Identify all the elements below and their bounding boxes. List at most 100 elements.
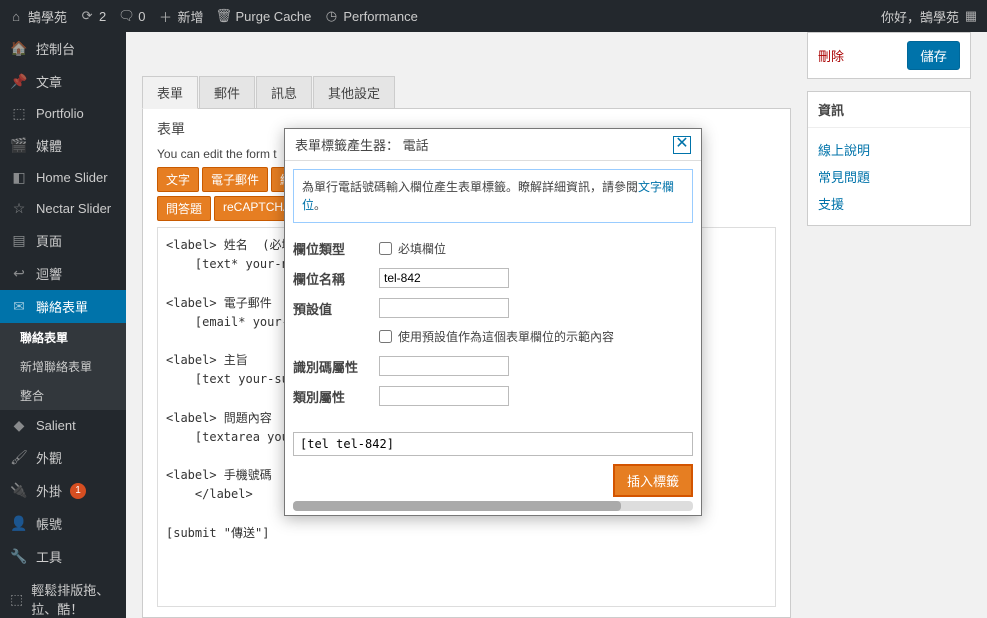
tab[interactable]: 其他設定 xyxy=(313,76,395,109)
sidebar-label: 工具 xyxy=(36,547,62,566)
menu-icon: 🏠 xyxy=(10,40,28,57)
avatar-icon: ▦ xyxy=(963,8,979,24)
status-box: 刪除 儲存 xyxy=(807,32,971,79)
site-link[interactable]: ⌂鵠學苑 xyxy=(8,7,67,26)
sidebar-item[interactable]: 🔧 工具 xyxy=(0,540,126,573)
sidebar-item[interactable]: 👤 帳號 xyxy=(0,507,126,540)
sidebar-label: 外掛 xyxy=(36,481,62,500)
performance-link[interactable]: ◷Performance xyxy=(323,8,417,24)
placeholder-checkbox[interactable] xyxy=(379,330,392,343)
tag-button[interactable]: 文字 xyxy=(157,167,199,192)
plus-icon: ＋ xyxy=(157,7,173,26)
sidebar-item[interactable]: 🏠 控制台 xyxy=(0,32,126,65)
sidebar-item[interactable]: ☆ Nectar Slider xyxy=(0,193,126,224)
sidebar-label: 媒體 xyxy=(36,136,62,155)
info-link[interactable]: 線上說明 xyxy=(818,136,960,163)
sidebar-item[interactable]: 📌 文章 xyxy=(0,65,126,98)
close-icon[interactable]: ✕ xyxy=(673,136,691,154)
menu-icon: ▤ xyxy=(10,232,28,249)
placeholder-checkbox-label[interactable]: 使用預設值作為這個表單欄位的示範內容 xyxy=(379,328,614,345)
default-value-label: 預設值 xyxy=(293,299,379,318)
menu-icon: ⬚ xyxy=(10,105,28,122)
sidebar-label: 頁面 xyxy=(36,231,62,250)
sidebar-label: 聯絡表單 xyxy=(36,297,88,316)
tab[interactable]: 郵件 xyxy=(199,76,255,109)
sidebar-label: 控制台 xyxy=(36,39,75,58)
right-column: 刪除 儲存 資訊 線上說明常見問題支援 xyxy=(807,32,987,618)
field-name-input[interactable] xyxy=(379,268,509,288)
form-tabs: 表單郵件訊息其他設定 xyxy=(142,76,791,109)
sidebar-label: Salient xyxy=(36,418,76,433)
field-type-label: 欄位類型 xyxy=(293,239,379,258)
home-icon: ⌂ xyxy=(8,9,24,24)
comment-icon: 🗨 xyxy=(118,8,134,24)
sidebar-item[interactable]: ✉ 聯絡表單 xyxy=(0,290,126,323)
sidebar-label: 文章 xyxy=(36,72,62,91)
trash-icon: 🗑 xyxy=(216,8,232,24)
sidebar-item[interactable]: ⬚ Portfolio xyxy=(0,98,126,129)
info-link[interactable]: 常見問題 xyxy=(818,163,960,190)
menu-icon: ☆ xyxy=(10,200,28,217)
id-attr-input[interactable] xyxy=(379,356,509,376)
menu-icon: ◧ xyxy=(10,169,28,186)
menu-icon: ◆ xyxy=(10,417,28,434)
modal-horizontal-scrollbar[interactable] xyxy=(293,501,693,511)
field-name-label: 欄位名稱 xyxy=(293,269,379,288)
tag-generator-modal: 表單標籤產生器： 電話 ✕ 為單行電話號碼輸入欄位產生表單標籤。瞭解詳細資訊，請… xyxy=(284,128,702,516)
info-box: 資訊 線上說明常見問題支援 xyxy=(807,91,971,226)
purge-cache-link[interactable]: 🗑Purge Cache xyxy=(216,8,312,24)
sidebar-item[interactable]: 🎬 媒體 xyxy=(0,129,126,162)
menu-icon: 👤 xyxy=(10,515,28,532)
menu-icon: 🔧 xyxy=(10,548,28,565)
menu-icon: ↩ xyxy=(10,265,28,282)
insert-tag-button[interactable]: 插入標籤 xyxy=(613,464,693,497)
sidebar-item[interactable]: ▤ 頁面 xyxy=(0,224,126,257)
sidebar-item[interactable]: ◆ Salient xyxy=(0,410,126,441)
info-link[interactable]: 支援 xyxy=(818,190,960,217)
sidebar-label: Home Slider xyxy=(36,170,108,185)
menu-icon: 🔌 xyxy=(10,482,28,499)
sidebar-item[interactable]: ⬚ 輕鬆排版拖、拉、酷！ xyxy=(0,573,126,618)
user-greeting[interactable]: 你好，鵠學苑 ▦ xyxy=(881,7,979,26)
menu-icon: 🖌 xyxy=(10,449,28,466)
modal-info-box: 為單行電話號碼輸入欄位產生表單標籤。瞭解詳細資訊，請參閱文字欄位。 xyxy=(293,169,693,223)
sidebar-label: Portfolio xyxy=(36,106,84,121)
sidebar-item[interactable]: 🖌外觀 xyxy=(0,441,126,474)
modal-title: 表單標籤產生器： 電話 xyxy=(295,135,429,154)
admin-toolbar: ⌂鵠學苑 ⟳2 🗨0 ＋新增 🗑Purge Cache ◷Performance… xyxy=(0,0,987,32)
tag-button[interactable]: 電子郵件 xyxy=(202,167,268,192)
submenu-item[interactable]: 新增聯絡表單 xyxy=(0,352,126,381)
refresh-link[interactable]: ⟳2 xyxy=(79,8,106,24)
sidebar-label: 帳號 xyxy=(36,514,62,533)
required-checkbox-label[interactable]: 必填欄位 xyxy=(379,240,446,257)
menu-icon: 📌 xyxy=(10,73,28,90)
sidebar-label: 輕鬆排版拖、拉、酷！ xyxy=(31,580,116,618)
submenu-item[interactable]: 整合 xyxy=(0,381,126,410)
sidebar-label: Nectar Slider xyxy=(36,201,111,216)
tab[interactable]: 表單 xyxy=(142,76,198,109)
delete-link[interactable]: 刪除 xyxy=(818,46,844,65)
count-badge: 1 xyxy=(70,483,86,499)
sidebar-item[interactable]: ↩ 迴響 xyxy=(0,257,126,290)
tab[interactable]: 訊息 xyxy=(256,76,312,109)
class-attr-input[interactable] xyxy=(379,386,509,406)
required-checkbox[interactable] xyxy=(379,242,392,255)
refresh-icon: ⟳ xyxy=(79,8,95,24)
default-value-input[interactable] xyxy=(379,298,509,318)
comments-link[interactable]: 🗨0 xyxy=(118,8,145,24)
save-button[interactable]: 儲存 xyxy=(907,41,960,70)
shortcode-output[interactable] xyxy=(293,432,693,456)
gauge-icon: ◷ xyxy=(323,8,339,24)
sidebar-item[interactable]: 🔌 外掛 1 xyxy=(0,474,126,507)
menu-icon: ⬚ xyxy=(10,591,23,608)
menu-icon: 🎬 xyxy=(10,137,28,154)
sidebar-item[interactable]: ◧ Home Slider xyxy=(0,162,126,193)
admin-sidebar: 🏠 控制台 📌 文章 ⬚ Portfolio 🎬 媒體 ◧ Home Slider ☆ Nectar … xyxy=(0,32,126,618)
id-attr-label: 識別碼屬性 xyxy=(293,357,379,376)
class-attr-label: 類別屬性 xyxy=(293,387,379,406)
add-new-link[interactable]: ＋新增 xyxy=(157,7,203,26)
submenu-item[interactable]: 聯絡表單 xyxy=(0,323,126,352)
tag-button[interactable]: 問答題 xyxy=(157,196,211,221)
sidebar-label: 迴響 xyxy=(36,264,62,283)
menu-icon: ✉ xyxy=(10,298,28,315)
